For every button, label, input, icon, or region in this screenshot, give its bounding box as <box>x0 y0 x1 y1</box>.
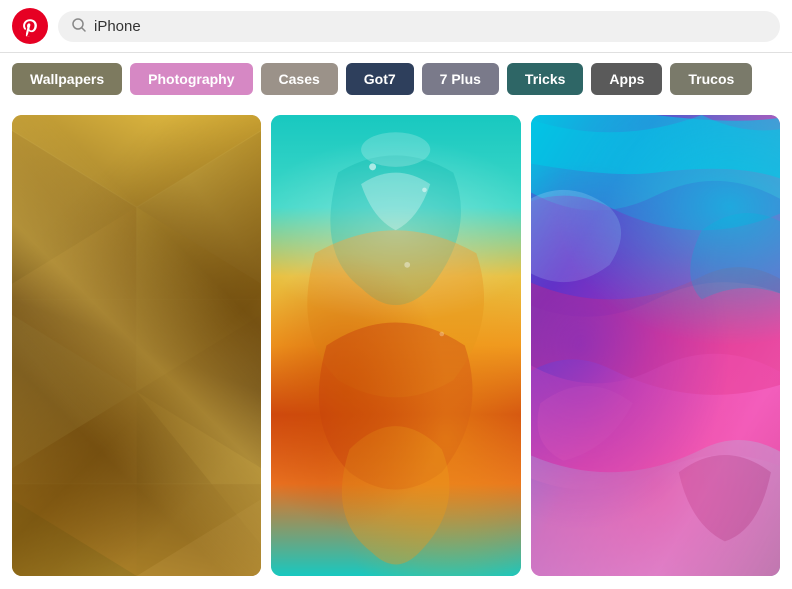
search-bar[interactable] <box>58 11 780 42</box>
search-icon <box>72 18 86 35</box>
filter-apps[interactable]: Apps <box>591 63 662 95</box>
grid-col-2 <box>271 115 520 576</box>
filter-cases[interactable]: Cases <box>261 63 338 95</box>
filter-tricks[interactable]: Tricks <box>507 63 583 95</box>
header <box>0 0 792 53</box>
card-swirl-art[interactable] <box>531 115 780 576</box>
grid-col-3 <box>531 115 780 576</box>
filter-wallpapers[interactable]: Wallpapers <box>12 63 122 95</box>
card-gold-polygon[interactable] <box>12 115 261 576</box>
filter-7plus[interactable]: 7 Plus <box>422 63 499 95</box>
image-grid <box>0 105 792 586</box>
filter-photography[interactable]: Photography <box>130 63 252 95</box>
card-liquid-art[interactable] <box>271 115 520 576</box>
pinterest-logo[interactable] <box>12 8 48 44</box>
grid-col-1 <box>12 115 261 576</box>
filter-trucos[interactable]: Trucos <box>670 63 752 95</box>
filter-got7[interactable]: Got7 <box>346 63 414 95</box>
filter-pills: Wallpapers Photography Cases Got7 7 Plus… <box>0 53 792 105</box>
search-input[interactable] <box>94 18 766 35</box>
